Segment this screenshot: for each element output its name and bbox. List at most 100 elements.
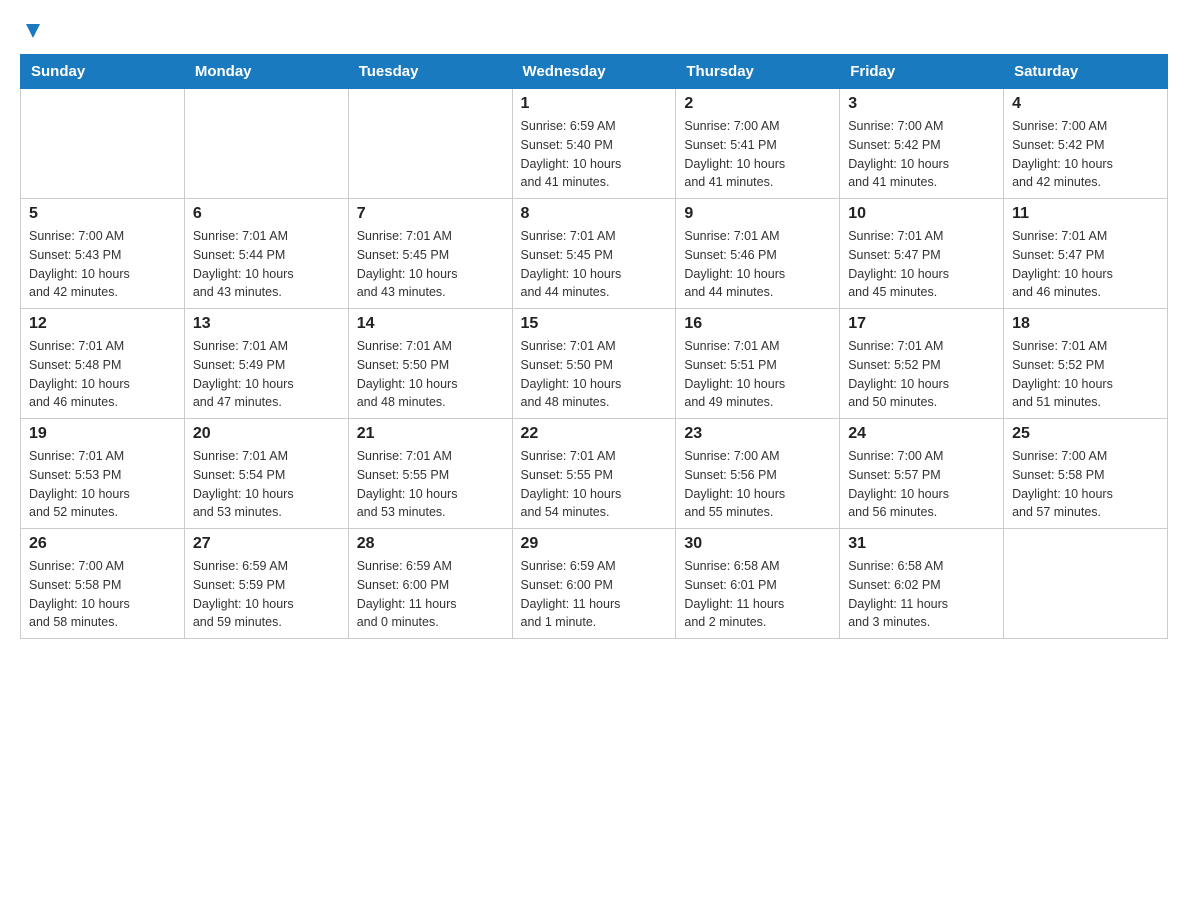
day-info: Sunrise: 7:00 AM Sunset: 5:42 PM Dayligh… — [1012, 117, 1159, 192]
calendar-cell: 31Sunrise: 6:58 AM Sunset: 6:02 PM Dayli… — [840, 529, 1004, 639]
weekday-header-row: SundayMondayTuesdayWednesdayThursdayFrid… — [21, 55, 1168, 89]
calendar-cell: 14Sunrise: 7:01 AM Sunset: 5:50 PM Dayli… — [348, 309, 512, 419]
calendar-cell: 20 Sunrise: 7:01 AM Sunset: 5:54 PM Dayli… — [184, 419, 348, 529]
day-info: Sunrise: 7:01 AM Sunset: 5:47 PM Dayligh… — [848, 227, 995, 302]
calendar-cell — [184, 89, 348, 199]
day-info: Sunrise: 7:00 AM Sunset: 5:41 PM Dayligh… — [684, 117, 831, 192]
calendar-body: 1 Sunrise: 6:59 AM Sunset: 5:40 PM Daylig… — [21, 89, 1168, 639]
day-number: 31 — [848, 535, 995, 553]
day-info: Sunrise: 7:01 AM Sunset: 5:53 PM Dayligh… — [29, 447, 176, 522]
calendar-cell — [348, 89, 512, 199]
calendar-cell: 22 Sunrise: 7:01 AM Sunset: 5:55 PM Dayli… — [512, 419, 676, 529]
day-info: Sunrise: 7:01 AM Sunset: 5:55 PM Dayligh… — [357, 447, 504, 522]
weekday-header-tuesday: Tuesday — [348, 55, 512, 89]
calendar-cell: 16 Sunrise: 7:01 AM Sunset: 5:51 PM Dayli… — [676, 309, 840, 419]
calendar-cell: 26 Sunrise: 7:00 AM Sunset: 5:58 PM Dayli… — [21, 529, 185, 639]
day-number: 28 — [357, 535, 504, 553]
calendar-cell: 19 Sunrise: 7:01 AM Sunset: 5:53 PM Dayli… — [21, 419, 185, 529]
calendar-header: SundayMondayTuesdayWednesdayThursdayFrid… — [21, 55, 1168, 89]
week-row-1: 1 Sunrise: 6:59 AM Sunset: 5:40 PM Daylig… — [21, 89, 1168, 199]
day-number: 16 — [684, 315, 831, 333]
day-info: Sunrise: 7:01 AM Sunset: 5:47 PM Dayligh… — [1012, 227, 1159, 302]
day-number: 10 — [848, 205, 995, 223]
calendar-cell: 6Sunrise: 7:01 AM Sunset: 5:44 PM Daylig… — [184, 199, 348, 309]
calendar-cell: 24 Sunrise: 7:00 AM Sunset: 5:57 PM Dayli… — [840, 419, 1004, 529]
calendar-cell: 5 Sunrise: 7:00 AM Sunset: 5:43 PM Daylig… — [21, 199, 185, 309]
weekday-header-thursday: Thursday — [676, 55, 840, 89]
day-number: 26 — [29, 535, 176, 553]
day-info: Sunrise: 7:01 AM Sunset: 5:48 PM Dayligh… — [29, 337, 176, 412]
calendar-cell: 29 Sunrise: 6:59 AM Sunset: 6:00 PM Dayli… — [512, 529, 676, 639]
day-info: Sunrise: 6:58 AM Sunset: 6:01 PM Dayligh… — [684, 557, 831, 632]
calendar-cell: 12 Sunrise: 7:01 AM Sunset: 5:48 PM Dayli… — [21, 309, 185, 419]
day-number: 22 — [521, 425, 668, 443]
week-row-4: 19 Sunrise: 7:01 AM Sunset: 5:53 PM Dayli… — [21, 419, 1168, 529]
day-number: 19 — [29, 425, 176, 443]
weekday-header-sunday: Sunday — [21, 55, 185, 89]
day-number: 3 — [848, 95, 995, 113]
weekday-header-monday: Monday — [184, 55, 348, 89]
day-number: 20 — [193, 425, 340, 443]
day-number: 2 — [684, 95, 831, 113]
day-info: Sunrise: 7:01 AM Sunset: 5:52 PM Dayligh… — [1012, 337, 1159, 412]
weekday-header-wednesday: Wednesday — [512, 55, 676, 89]
day-info: Sunrise: 7:00 AM Sunset: 5:58 PM Dayligh… — [1012, 447, 1159, 522]
calendar-cell: 11 Sunrise: 7:01 AM Sunset: 5:47 PM Dayli… — [1004, 199, 1168, 309]
day-number: 7 — [357, 205, 504, 223]
day-number: 18 — [1012, 315, 1159, 333]
week-row-5: 26 Sunrise: 7:00 AM Sunset: 5:58 PM Dayli… — [21, 529, 1168, 639]
day-info: Sunrise: 6:59 AM Sunset: 5:40 PM Dayligh… — [521, 117, 668, 192]
day-info: Sunrise: 6:59 AM Sunset: 6:00 PM Dayligh… — [521, 557, 668, 632]
day-info: Sunrise: 7:00 AM Sunset: 5:56 PM Dayligh… — [684, 447, 831, 522]
calendar-cell: 8Sunrise: 7:01 AM Sunset: 5:45 PM Daylig… — [512, 199, 676, 309]
calendar-cell — [21, 89, 185, 199]
day-number: 1 — [521, 95, 668, 113]
day-number: 14 — [357, 315, 504, 333]
calendar-cell: 28 Sunrise: 6:59 AM Sunset: 6:00 PM Dayli… — [348, 529, 512, 639]
calendar-cell: 2 Sunrise: 7:00 AM Sunset: 5:41 PM Daylig… — [676, 89, 840, 199]
day-info: Sunrise: 6:59 AM Sunset: 6:00 PM Dayligh… — [357, 557, 504, 632]
day-number: 5 — [29, 205, 176, 223]
day-info: Sunrise: 7:00 AM Sunset: 5:57 PM Dayligh… — [848, 447, 995, 522]
page-header — [20, 20, 1168, 38]
calendar-table: SundayMondayTuesdayWednesdayThursdayFrid… — [20, 54, 1168, 639]
calendar-cell: 17Sunrise: 7:01 AM Sunset: 5:52 PM Dayli… — [840, 309, 1004, 419]
calendar-cell: 27Sunrise: 6:59 AM Sunset: 5:59 PM Dayli… — [184, 529, 348, 639]
day-number: 29 — [521, 535, 668, 553]
day-number: 11 — [1012, 205, 1159, 223]
calendar-cell: 15 Sunrise: 7:01 AM Sunset: 5:50 PM Dayli… — [512, 309, 676, 419]
logo — [20, 20, 44, 38]
day-info: Sunrise: 7:00 AM Sunset: 5:43 PM Dayligh… — [29, 227, 176, 302]
day-number: 24 — [848, 425, 995, 443]
calendar-cell: 23Sunrise: 7:00 AM Sunset: 5:56 PM Dayli… — [676, 419, 840, 529]
day-info: Sunrise: 7:01 AM Sunset: 5:44 PM Dayligh… — [193, 227, 340, 302]
logo-triangle-icon — [22, 20, 44, 42]
week-row-3: 12 Sunrise: 7:01 AM Sunset: 5:48 PM Dayli… — [21, 309, 1168, 419]
calendar-cell: 3 Sunrise: 7:00 AM Sunset: 5:42 PM Daylig… — [840, 89, 1004, 199]
calendar-cell: 4 Sunrise: 7:00 AM Sunset: 5:42 PM Daylig… — [1004, 89, 1168, 199]
day-number: 27 — [193, 535, 340, 553]
calendar-cell: 1 Sunrise: 6:59 AM Sunset: 5:40 PM Daylig… — [512, 89, 676, 199]
calendar-cell: 25Sunrise: 7:00 AM Sunset: 5:58 PM Dayli… — [1004, 419, 1168, 529]
day-info: Sunrise: 7:01 AM Sunset: 5:51 PM Dayligh… — [684, 337, 831, 412]
calendar-cell — [1004, 529, 1168, 639]
day-number: 30 — [684, 535, 831, 553]
calendar-cell: 9Sunrise: 7:01 AM Sunset: 5:46 PM Daylig… — [676, 199, 840, 309]
day-number: 13 — [193, 315, 340, 333]
day-info: Sunrise: 7:01 AM Sunset: 5:45 PM Dayligh… — [521, 227, 668, 302]
day-info: Sunrise: 7:01 AM Sunset: 5:55 PM Dayligh… — [521, 447, 668, 522]
weekday-header-friday: Friday — [840, 55, 1004, 89]
day-number: 4 — [1012, 95, 1159, 113]
day-info: Sunrise: 7:00 AM Sunset: 5:42 PM Dayligh… — [848, 117, 995, 192]
week-row-2: 5 Sunrise: 7:00 AM Sunset: 5:43 PM Daylig… — [21, 199, 1168, 309]
calendar-cell: 18 Sunrise: 7:01 AM Sunset: 5:52 PM Dayli… — [1004, 309, 1168, 419]
day-info: Sunrise: 7:01 AM Sunset: 5:50 PM Dayligh… — [521, 337, 668, 412]
calendar-cell: 10 Sunrise: 7:01 AM Sunset: 5:47 PM Dayli… — [840, 199, 1004, 309]
day-number: 9 — [684, 205, 831, 223]
day-info: Sunrise: 7:00 AM Sunset: 5:58 PM Dayligh… — [29, 557, 176, 632]
day-number: 15 — [521, 315, 668, 333]
day-info: Sunrise: 7:01 AM Sunset: 5:45 PM Dayligh… — [357, 227, 504, 302]
day-number: 12 — [29, 315, 176, 333]
day-info: Sunrise: 7:01 AM Sunset: 5:54 PM Dayligh… — [193, 447, 340, 522]
day-info: Sunrise: 7:01 AM Sunset: 5:49 PM Dayligh… — [193, 337, 340, 412]
